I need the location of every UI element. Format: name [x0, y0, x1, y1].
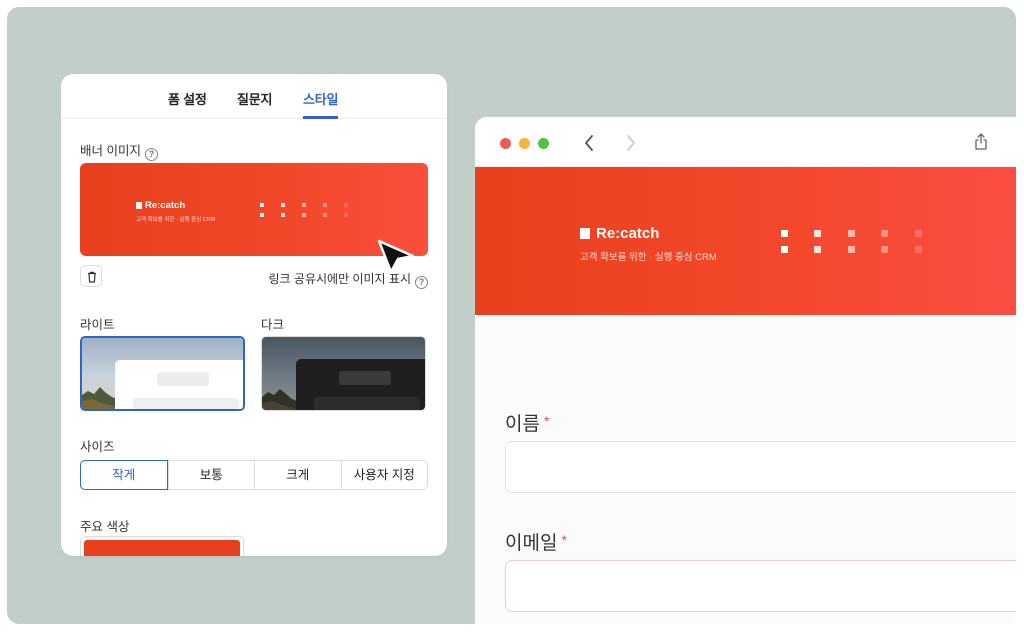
active-tab-indicator	[303, 116, 338, 119]
tab-form-settings[interactable]: 폼 설정	[168, 89, 207, 108]
browser-toolbar	[475, 117, 1016, 167]
theme-dark-option[interactable]	[261, 336, 426, 411]
hero-brand-text: Re:catch	[596, 225, 660, 242]
banner-image-label: 배너 이미지	[80, 144, 141, 158]
brand-mark-icon	[136, 202, 142, 209]
email-input[interactable]	[505, 560, 1016, 612]
light-theme-card	[115, 360, 243, 409]
name-field-label: 이름 *	[505, 409, 549, 436]
banner-brand-logo: Re:catch	[136, 200, 185, 211]
email-field-label: 이메일 *	[505, 528, 567, 555]
mouse-cursor-icon	[377, 239, 415, 274]
theme-dark-label: 다크	[261, 318, 285, 332]
trash-icon	[88, 271, 96, 283]
size-option-small[interactable]: 작게	[80, 460, 168, 490]
banner-image-preview[interactable]: Re:catch 고객 확보를 위한 · 실행 중심 CRM	[80, 163, 428, 256]
style-settings-panel: 폼 설정 질문지 스타일 배너 이미지? Re:catch 고객 확보를 위한 …	[61, 74, 447, 556]
form-banner: Re:catch 고객 확보를 위한 · 실행 중심 CRM	[475, 167, 1016, 315]
size-option-large[interactable]: 크게	[254, 461, 341, 489]
size-segmented-control: 작게 보통 크게 사용자 지정	[80, 460, 428, 490]
share-icon[interactable]	[974, 133, 988, 150]
background-stage: 폼 설정 질문지 스타일 배너 이미지? Re:catch 고객 확보를 위한 …	[7, 7, 1016, 624]
dark-theme-card	[296, 359, 425, 410]
help-icon[interactable]: ?	[144, 148, 158, 161]
window-minimize-button[interactable]	[519, 138, 530, 149]
main-color-swatch	[84, 540, 240, 556]
settings-tabs: 폼 설정 질문지 스타일	[61, 74, 447, 119]
name-label-text: 이름	[505, 414, 540, 435]
size-label: 사이즈	[80, 440, 115, 454]
banner-brand-text: Re:catch	[145, 200, 186, 211]
tab-style[interactable]: 스타일	[303, 89, 338, 108]
back-arrow-icon[interactable]	[583, 134, 595, 152]
forward-arrow-icon[interactable]	[625, 134, 637, 152]
size-option-normal[interactable]: 보통	[167, 461, 255, 489]
window-close-button[interactable]	[500, 138, 511, 149]
delete-banner-button[interactable]	[80, 265, 102, 287]
help-icon[interactable]: ?	[415, 276, 428, 289]
brand-mark-icon	[580, 228, 590, 239]
main-color-label: 주요 색상	[80, 520, 130, 534]
window-maximize-button[interactable]	[538, 138, 549, 149]
theme-light-option[interactable]	[80, 336, 245, 411]
name-input[interactable]	[505, 441, 1016, 493]
banner-image-heading: 배너 이미지?	[80, 140, 158, 161]
form-preview-window: Re:catch 고객 확보를 위한 · 실행 중심 CRM 이름 * 이메일 *	[475, 117, 1016, 624]
theme-light-label: 라이트	[80, 318, 115, 332]
required-mark: *	[543, 413, 550, 429]
size-option-custom[interactable]: 사용자 지정	[340, 461, 428, 489]
email-label-text: 이메일	[505, 533, 558, 554]
hero-tagline: 고객 확보를 위한 · 실행 중심 CRM	[580, 252, 717, 263]
main-color-picker[interactable]	[80, 536, 244, 556]
banner-brand-logo: Re:catch	[580, 225, 659, 242]
banner-tagline: 고객 확보를 위한 · 실행 중심 CRM	[136, 217, 216, 223]
required-mark: *	[561, 532, 567, 548]
tab-questionnaire[interactable]: 질문지	[237, 89, 272, 108]
